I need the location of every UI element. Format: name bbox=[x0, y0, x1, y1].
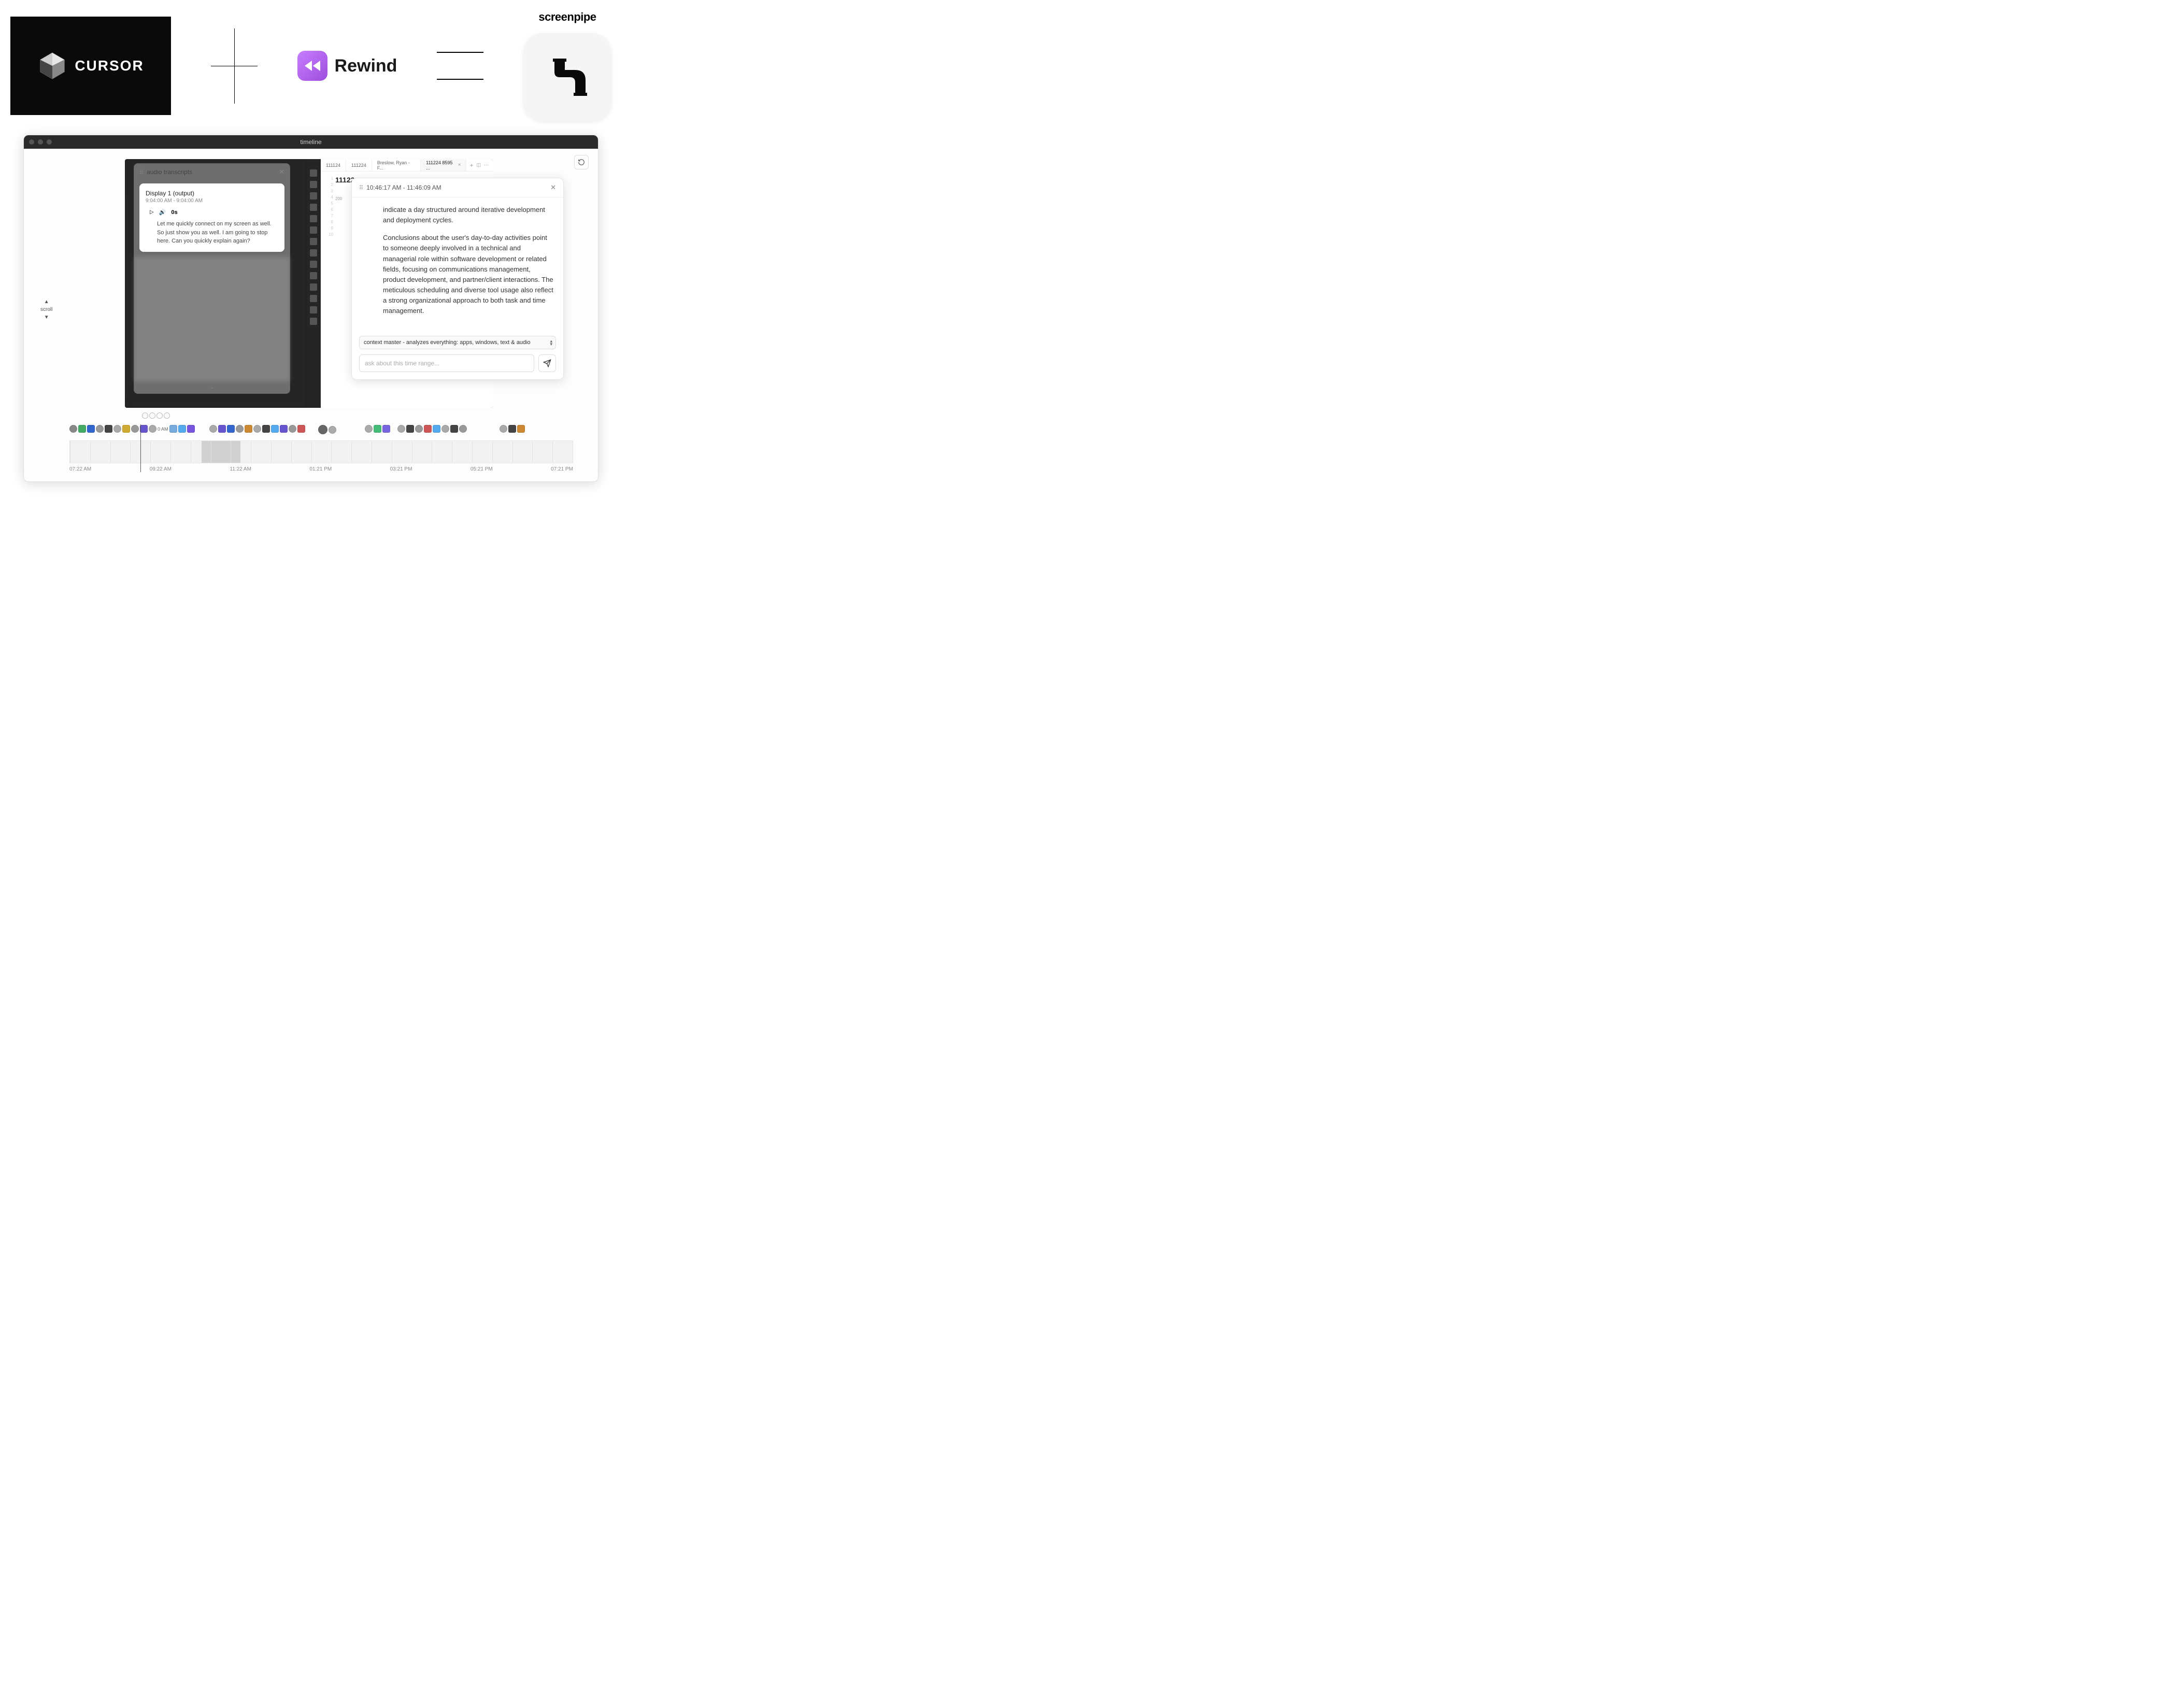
close-icon[interactable]: × bbox=[458, 162, 461, 168]
scroll-indicator: ▲ scroll ▼ bbox=[40, 299, 52, 320]
editor-tab[interactable]: Breslow, Ryan - F... bbox=[372, 159, 421, 171]
audio-panel-title: audio transcripts bbox=[147, 168, 279, 176]
editor-tab[interactable]: 111224 bbox=[346, 159, 372, 171]
audio-duration: 0s bbox=[171, 209, 177, 216]
timeline-marker-icon bbox=[156, 412, 163, 419]
cursor-cube-icon bbox=[37, 51, 67, 81]
close-icon[interactable]: ✕ bbox=[550, 183, 556, 192]
timeline-label: 01:21 PM bbox=[309, 466, 332, 472]
equals-icon bbox=[437, 52, 483, 80]
ai-paragraph: indicate a day structured around iterati… bbox=[383, 205, 554, 225]
timeline-inline-label: 0 AM bbox=[158, 426, 168, 432]
screenpipe-logo: screenpipe bbox=[523, 10, 611, 121]
cursor-logo: CURSOR bbox=[10, 17, 171, 115]
timeline-label: 07:22 AM bbox=[69, 466, 91, 472]
split-icon[interactable]: ◫ bbox=[476, 162, 481, 168]
timeline-marker-icon bbox=[149, 412, 155, 419]
send-button[interactable] bbox=[538, 354, 556, 372]
timeline-label: 09:22 AM bbox=[150, 466, 172, 472]
timeline-playhead[interactable] bbox=[140, 424, 141, 472]
cursor-label: CURSOR bbox=[75, 58, 144, 74]
plus-icon bbox=[211, 29, 258, 104]
timeline[interactable]: 0 AM bbox=[69, 425, 573, 472]
editor-tab[interactable]: 111124 bbox=[321, 159, 346, 171]
editor-tabs: 111124 111224 Breslow, Ryan - F... 11122… bbox=[321, 159, 493, 172]
ai-analysis-body: indicate a day structured around iterati… bbox=[352, 197, 563, 331]
refresh-button[interactable] bbox=[574, 155, 589, 169]
rewind-label: Rewind bbox=[335, 56, 397, 76]
timeline-label: 11:22 AM bbox=[230, 466, 251, 472]
window-titlebar[interactable]: timeline bbox=[24, 135, 598, 149]
ai-analysis-panel[interactable]: ⠿ 10:46:17 AM - 11:46:09 AM ✕ indicate a… bbox=[351, 178, 564, 380]
timeline-app-icons: 0 AM bbox=[69, 425, 573, 439]
rewind-icon bbox=[297, 51, 327, 81]
audio-transcripts-panel[interactable]: ⠿ audio transcripts ✕ Display 1 (output)… bbox=[134, 163, 290, 394]
add-tab-button[interactable]: + bbox=[466, 162, 476, 169]
rewind-logo: Rewind bbox=[297, 51, 397, 81]
window-minimize-button[interactable] bbox=[38, 139, 43, 145]
audio-transcript-card: Display 1 (output) 9:04:00 AM - 9:04:00 … bbox=[139, 183, 284, 252]
scroll-label: scroll bbox=[40, 307, 52, 312]
close-icon[interactable]: ✕ bbox=[279, 168, 284, 176]
chevron-down-icon[interactable]: ⌄ bbox=[134, 381, 290, 393]
timeline-time-labels: 07:22 AM 09:22 AM 11:22 AM 01:21 PM 03:2… bbox=[69, 466, 573, 472]
app-window: timeline ▲ scroll ▼ bbox=[23, 135, 598, 482]
timeline-selection[interactable] bbox=[202, 441, 240, 463]
window-close-button[interactable] bbox=[29, 139, 34, 145]
timeline-label: 07:21 PM bbox=[551, 466, 573, 472]
drag-handle-icon[interactable]: ⠿ bbox=[359, 184, 363, 191]
timeline-marker-icon bbox=[142, 412, 148, 419]
line-numbers: 123 456 789 10 bbox=[325, 176, 335, 238]
timeline-label: 03:21 PM bbox=[390, 466, 412, 472]
arrow-down-icon: ▼ bbox=[44, 315, 49, 320]
ask-input[interactable] bbox=[359, 354, 534, 372]
window-title: timeline bbox=[300, 138, 321, 146]
audio-transcript-text: Let me quickly connect on my screen as w… bbox=[157, 220, 278, 246]
audio-display-name: Display 1 (output) bbox=[146, 190, 278, 197]
screenpipe-label: screenpipe bbox=[538, 10, 596, 24]
window-zoom-button[interactable] bbox=[47, 139, 52, 145]
drag-handle-icon[interactable]: ⠿ bbox=[139, 169, 144, 176]
audio-time-range: 9:04:00 AM - 9:04:00 AM bbox=[146, 198, 278, 204]
ai-paragraph: Conclusions about the user's day-to-day … bbox=[383, 233, 554, 316]
ai-time-range: 10:46:17 AM - 11:46:09 AM bbox=[366, 184, 550, 191]
more-icon[interactable]: ⋯ bbox=[484, 162, 489, 168]
select-arrows-icon: ▴▾ bbox=[550, 339, 552, 346]
timeline-label: 05:21 PM bbox=[471, 466, 493, 472]
screenpipe-icon bbox=[523, 33, 611, 121]
speaker-icon[interactable]: 🔊 bbox=[159, 209, 166, 216]
arrow-up-icon: ▲ bbox=[44, 299, 49, 305]
timeline-ruler[interactable] bbox=[69, 440, 573, 463]
timeline-marker-icon bbox=[164, 412, 170, 419]
context-mode-select[interactable]: context master - analyzes everything: ap… bbox=[359, 336, 556, 349]
editor-tab[interactable]: 111224 8595 ...× bbox=[421, 159, 466, 171]
play-icon[interactable]: ▷ bbox=[150, 209, 154, 215]
